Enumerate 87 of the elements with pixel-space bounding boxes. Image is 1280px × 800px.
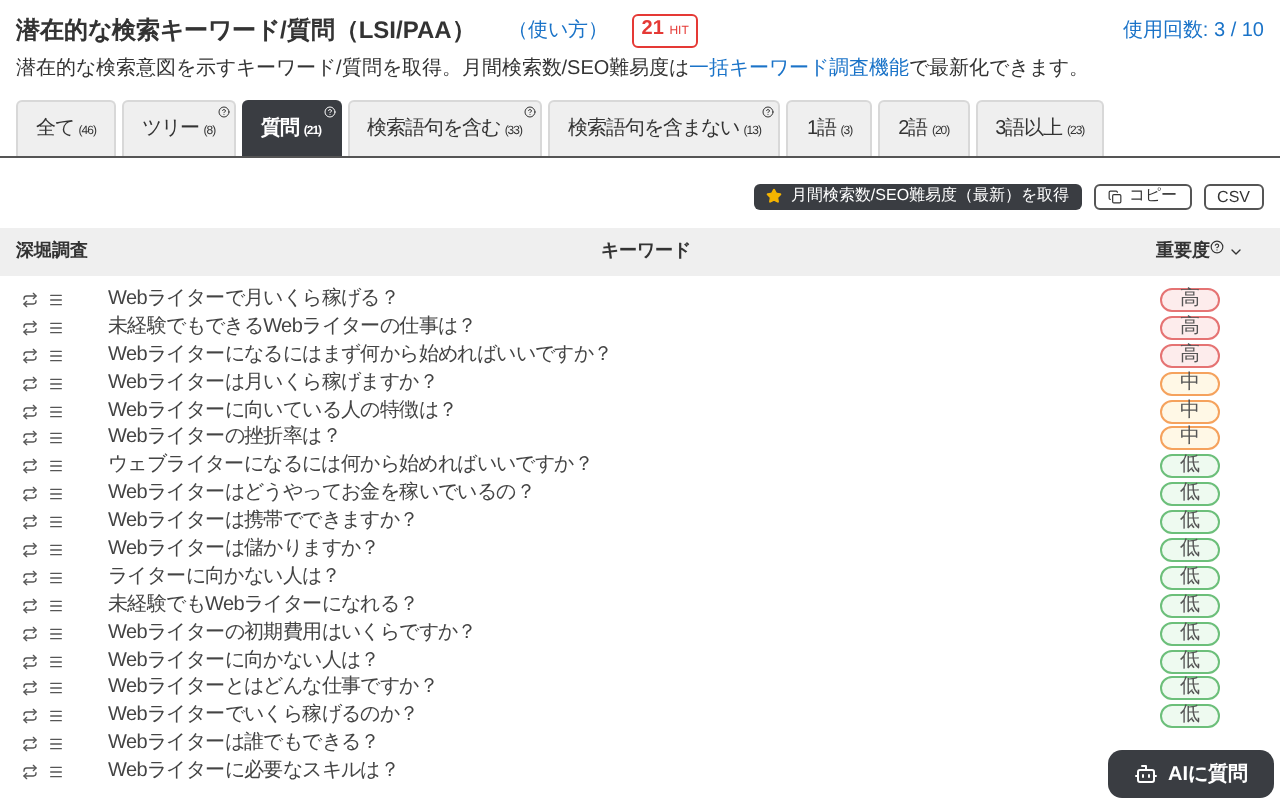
priority-badge: 低 <box>1160 621 1220 646</box>
repeat-icon[interactable] <box>22 764 38 781</box>
priority-badge: 高 <box>1160 287 1220 312</box>
keyword-text: Webライターの挫折率は？ <box>108 426 341 451</box>
priority-badge: 中 <box>1160 371 1220 396</box>
priority-badge: 低 <box>1160 704 1220 729</box>
robot-icon <box>1134 762 1158 786</box>
priority-badge: 低 <box>1160 593 1220 618</box>
keyword-text: 未経験でもWebライターになれる？ <box>108 593 419 618</box>
menu-icon[interactable] <box>48 319 64 336</box>
repeat-icon[interactable] <box>22 375 38 392</box>
star-icon <box>766 188 783 204</box>
repeat-icon[interactable] <box>22 625 38 642</box>
copy-icon <box>1107 189 1122 203</box>
page-title: 潜在的な検索キーワード/質問（LSI/PAA） <box>16 14 476 48</box>
menu-icon[interactable] <box>48 375 64 392</box>
menu-icon[interactable] <box>48 569 64 586</box>
priority-badge: 低 <box>1160 649 1220 674</box>
keyword-text: ウェブライターになるには何から始めればいいですか？ <box>108 454 594 479</box>
repeat-icon[interactable] <box>22 736 38 753</box>
priority-badge: 低 <box>1160 565 1220 590</box>
menu-icon[interactable] <box>48 291 64 308</box>
repeat-icon[interactable] <box>22 680 38 697</box>
menu-icon[interactable] <box>48 708 64 725</box>
priority-badge: 低 <box>1160 537 1220 562</box>
menu-icon[interactable] <box>48 625 64 642</box>
priority-badge: 低 <box>1160 676 1220 701</box>
priority-badge: 低 <box>1160 454 1220 479</box>
menu-icon[interactable] <box>48 541 64 558</box>
keyword-text: Webライターは月いくら稼げますか？ <box>108 371 438 396</box>
menu-icon[interactable] <box>48 403 64 419</box>
menu-icon[interactable] <box>48 680 64 697</box>
keyword-text: Webライターになるにはまず何から始めればいいですか？ <box>108 343 613 368</box>
menu-icon[interactable] <box>48 458 64 475</box>
fetch-metrics-button[interactable]: 月間検索数/SEO難易度（最新）を取得 <box>754 183 1082 209</box>
repeat-icon[interactable] <box>22 597 38 614</box>
menu-icon[interactable] <box>48 653 64 670</box>
repeat-icon[interactable] <box>22 486 38 503</box>
column-header[interactable]: 重要度 <box>1156 238 1264 266</box>
help-icon <box>1210 239 1224 253</box>
menu-icon[interactable] <box>48 597 64 614</box>
keyword-text: Webライターに向いている人の特徴は？ <box>108 399 458 423</box>
keyword-text: Webライターで月いくら稼げる？ <box>108 287 400 312</box>
repeat-icon[interactable] <box>22 291 38 308</box>
repeat-icon[interactable] <box>22 708 38 725</box>
priority-badge: 中 <box>1160 426 1220 451</box>
keyword-text: Webライターは儲かりますか？ <box>108 537 380 562</box>
keyword-text: Webライターは携帯でできますか？ <box>108 510 419 535</box>
keyword-text: 未経験でもできるWebライターの仕事は？ <box>108 315 477 340</box>
keyword-text: Webライターは誰でもできる？ <box>108 732 380 757</box>
keyword-text: Webライターとはどんな仕事ですか？ <box>108 676 438 701</box>
repeat-icon[interactable] <box>22 458 38 475</box>
repeat-icon[interactable] <box>22 319 38 336</box>
keyword-text: ライターに向かない人は？ <box>108 565 341 590</box>
column-header: 深堀調査 <box>16 238 90 265</box>
usage-count: 使用回数: 3 / 10 <box>1122 17 1264 45</box>
repeat-icon[interactable] <box>22 569 38 586</box>
keyword-text: Webライターはどうやってお金を稼いでいるの？ <box>108 482 535 507</box>
description-text: 潜在的な検索意図を示すキーワード/質問を取得。月間検索数/SEO難易度は一括キーワード調査機能で最新化できます。 <box>14 56 1092 84</box>
copy-button[interactable]: コピー <box>1093 183 1192 209</box>
csv-button[interactable]: CSV <box>1203 183 1264 209</box>
priority-badge: 中 <box>1160 399 1220 423</box>
priority-badge: 高 <box>1160 315 1220 340</box>
menu-icon[interactable] <box>48 736 64 753</box>
ai-question-button[interactable]: AIに質問 <box>1108 750 1274 798</box>
help-link[interactable]: （使い方） <box>507 15 608 45</box>
menu-icon[interactable] <box>48 347 64 364</box>
sort-caret-icon <box>1228 244 1244 260</box>
repeat-icon[interactable] <box>22 653 38 670</box>
menu-icon[interactable] <box>48 764 64 781</box>
repeat-icon[interactable] <box>22 403 38 419</box>
priority-badge: 低 <box>1160 510 1220 535</box>
repeat-icon[interactable] <box>22 430 38 447</box>
priority-badge: 高 <box>1160 343 1220 368</box>
repeat-icon[interactable] <box>22 347 38 364</box>
repeat-icon[interactable] <box>22 541 38 558</box>
keyword-text: Webライターに向かない人は？ <box>108 649 380 674</box>
menu-icon[interactable] <box>48 486 64 503</box>
bulk-research-link[interactable]: 一括キーワード調査機能 <box>689 58 910 80</box>
priority-badge: 低 <box>1160 482 1220 507</box>
menu-icon[interactable] <box>48 430 64 447</box>
repeat-icon[interactable] <box>22 514 38 531</box>
keyword-text: Webライターでいくら稼げるのか？ <box>108 704 419 729</box>
menu-icon[interactable] <box>48 514 64 531</box>
keyword-text: Webライターに必要なスキルは？ <box>108 760 400 785</box>
column-header: キーワード <box>599 238 693 265</box>
keyword-text: Webライターの初期費用はいくらですか？ <box>108 621 477 646</box>
